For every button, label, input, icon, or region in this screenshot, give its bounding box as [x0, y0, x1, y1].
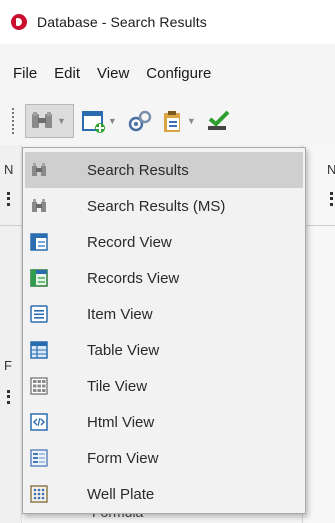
- menu-item-label: Search Results: [87, 161, 189, 179]
- well-plate-icon: [30, 485, 48, 503]
- new-record-button[interactable]: ▼: [80, 104, 121, 138]
- window-title: Database - Search Results: [37, 14, 207, 30]
- menu-item-label: Records View: [87, 269, 180, 287]
- left-panel-grip: [7, 192, 10, 206]
- menu-file[interactable]: File: [13, 65, 37, 82]
- menu-item-label: Search Results (MS): [87, 197, 226, 215]
- menu-item-record-view[interactable]: Record View: [23, 224, 305, 260]
- record-view-icon: [30, 233, 48, 251]
- left-lower-header: F: [4, 358, 12, 373]
- check-button[interactable]: [206, 104, 232, 138]
- clipboard-button[interactable]: ▼: [159, 104, 200, 138]
- menu-bar: File Edit View Configure: [0, 56, 228, 90]
- menu-item-label: Well Plate: [87, 485, 155, 503]
- toolbar-grip[interactable]: [12, 108, 15, 134]
- menu-item-records-view[interactable]: Records View: [23, 260, 305, 296]
- binoculars-icon: [32, 112, 52, 128]
- menu-item-search-results-ms[interactable]: Search Results (MS): [23, 188, 305, 224]
- records-view-icon: [30, 269, 48, 287]
- left-panel: N F: [0, 145, 22, 523]
- checkmark-icon: [207, 110, 230, 130]
- menu-item-html-view[interactable]: Html View: [23, 404, 305, 440]
- chevron-down-icon: ▼: [186, 116, 196, 126]
- app-window: Database - Search Results File Edit View…: [0, 0, 335, 523]
- view-dropdown-menu: Search Results Search Results (MS) Recor…: [22, 147, 306, 514]
- binoculars-icon: [32, 163, 46, 176]
- chevron-down-icon: ▼: [107, 116, 117, 126]
- menu-item-well-plate[interactable]: Well Plate: [23, 476, 305, 512]
- menu-item-label: Item View: [87, 305, 153, 323]
- left-panel-header: N: [4, 162, 14, 177]
- toolbar: ▼ ▼ ▼: [0, 100, 335, 142]
- menu-item-form-view[interactable]: Form View: [23, 440, 305, 476]
- form-view-icon: [30, 449, 48, 467]
- divider: [0, 225, 22, 226]
- menu-edit[interactable]: Edit: [54, 65, 80, 82]
- divider: [303, 225, 335, 226]
- menu-item-item-view[interactable]: Item View: [23, 296, 305, 332]
- left-lower-grip: [7, 390, 10, 404]
- menu-configure[interactable]: Configure: [146, 65, 211, 82]
- app-logo-icon: [11, 14, 27, 30]
- chevron-down-icon: ▼: [57, 116, 66, 126]
- new-record-icon: [81, 111, 105, 133]
- menu-item-label: Tile View: [87, 377, 148, 395]
- menu-item-label: Html View: [87, 413, 155, 431]
- menu-item-label: Form View: [87, 449, 159, 467]
- menu-item-tile-view[interactable]: Tile View: [23, 368, 305, 404]
- html-view-icon: [30, 413, 48, 431]
- binoculars-icon: [32, 199, 46, 212]
- menu-item-table-view[interactable]: Table View: [23, 332, 305, 368]
- title-bar: Database - Search Results: [0, 0, 335, 44]
- table-view-icon: [30, 341, 48, 359]
- right-panel-grip: [330, 192, 333, 206]
- settings-button[interactable]: [127, 104, 153, 138]
- tile-view-icon: [30, 377, 48, 395]
- clipboard-icon: [163, 111, 180, 132]
- item-view-icon: [30, 305, 48, 323]
- view-selector-button[interactable]: ▼: [25, 104, 74, 138]
- menu-item-label: Record View: [87, 233, 172, 251]
- menu-view[interactable]: View: [97, 65, 129, 82]
- right-panel: N: [302, 145, 335, 523]
- menu-item-search-results[interactable]: Search Results: [25, 152, 303, 188]
- right-panel-header: N: [327, 162, 335, 177]
- gears-icon: [128, 110, 152, 132]
- menu-item-label: Table View: [87, 341, 160, 359]
